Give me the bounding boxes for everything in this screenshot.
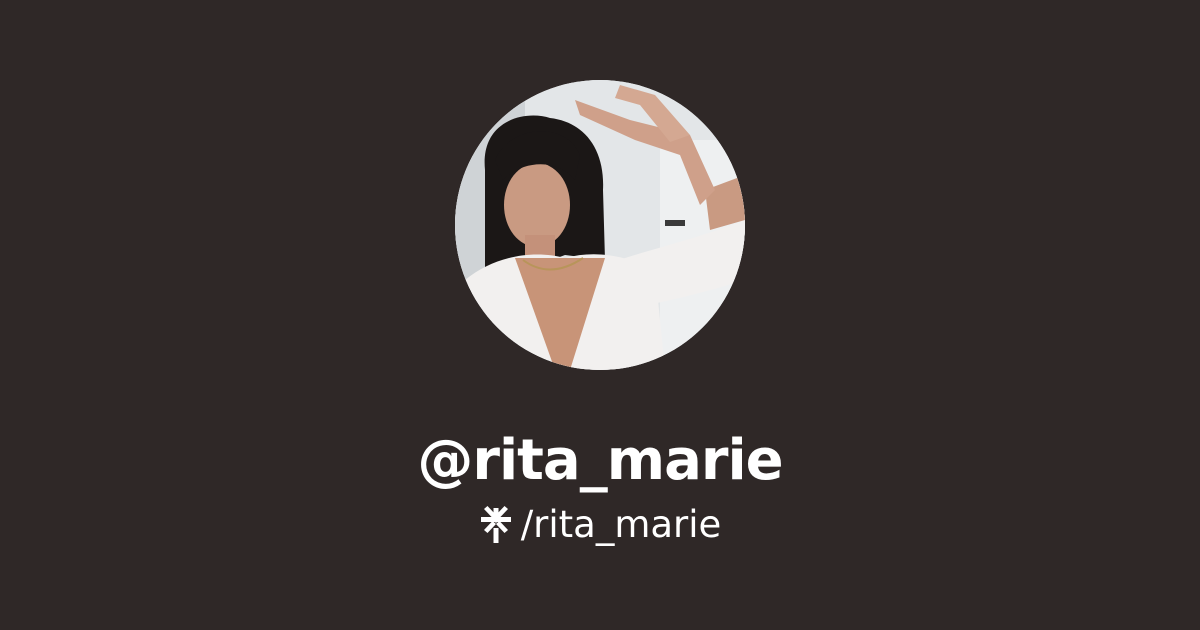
profile-link[interactable]: /rita_marie [0, 502, 1200, 548]
profile-link-text: /rita_marie [520, 503, 722, 546]
profile-username: @rita_marie [417, 428, 783, 493]
avatar [455, 80, 745, 370]
profile-preview-card: @rita_marie /rita_marie [0, 0, 1200, 630]
linktree-asterisk-icon [479, 506, 513, 544]
profile-photo [455, 80, 745, 370]
